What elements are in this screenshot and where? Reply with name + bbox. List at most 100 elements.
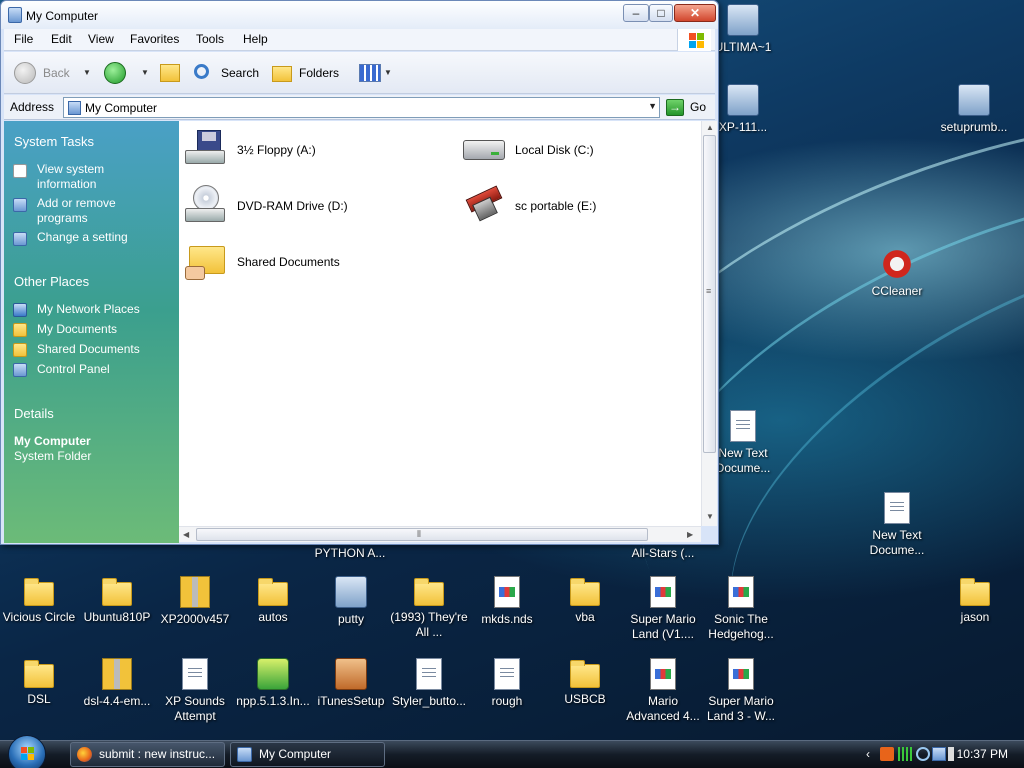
title-bar[interactable]: My Computer – □ ✕ [1,1,718,29]
drive-item-dvd[interactable]: DVD-RAM Drive (D:) [179,180,439,228]
place-my-network-places[interactable]: My Network Places [37,302,140,317]
desktop-icon-usbcb[interactable]: USBCB [546,658,624,707]
chevron-left-icon[interactable]: ‹ [866,747,880,761]
up-folder-button[interactable] [158,61,182,85]
desktop-icon-putty[interactable]: putty [312,576,390,627]
desktop-icon-label: DSL [27,692,51,706]
go-button[interactable]: → Go [666,97,712,118]
back-button[interactable]: Back ▼ [14,61,99,85]
views-button[interactable]: ▼ [359,61,393,85]
task-firefox[interactable]: submit : new instruc... [70,742,225,767]
desktop-icon-label: CCleaner [871,284,923,298]
forward-arrow-icon [104,62,126,84]
vertical-scroll-thumb[interactable]: ≡ [703,135,716,453]
task-change-setting[interactable]: Change a setting [37,230,157,245]
details-name: My Computer [14,434,91,448]
signal-strength-icon[interactable] [898,747,912,761]
search-button[interactable]: Search [192,61,264,85]
drive-item-local-disk[interactable]: Local Disk (C:) [457,124,697,172]
putty-icon [335,576,367,608]
back-label: Back [43,66,70,80]
menu-favorites[interactable]: Favorites [130,32,179,46]
desktop-icon-sonic[interactable]: Sonic The Hedgehog... [702,576,780,642]
scroll-left-icon[interactable]: ◀ [183,530,189,539]
forward-button[interactable]: ▼ [104,61,150,85]
desktop-icon-vba[interactable]: vba [546,576,624,625]
search-label: Search [221,66,260,80]
computer-icon [237,747,252,762]
task-my-computer[interactable]: My Computer [230,742,385,767]
desktop-icon-rough[interactable]: rough [468,658,546,709]
desktop-icon-itunessetup[interactable]: iTunesSetup [312,658,390,709]
place-my-documents[interactable]: My Documents [37,322,117,337]
close-button[interactable]: ✕ [674,4,716,22]
taskbar: submit : new instruc... My Computer ‹ 10… [0,735,1024,768]
scroll-up-icon[interactable]: ▲ [706,123,714,132]
desktop-icon-vicious-circle[interactable]: Vicious Circle [0,576,78,625]
text-document-icon [730,410,756,442]
desktop-icon-dsl[interactable]: DSL [0,658,78,707]
desktop-icon-label: autos [258,610,288,624]
desktop-icon-super-mario-land[interactable]: Super Mario Land (V1.... [624,576,702,642]
desktop-icon-mkds[interactable]: mkds.nds [468,576,546,627]
vertical-scrollbar[interactable]: ▲ ≡ ▼ [701,121,717,526]
desktop-icon-styler[interactable]: Styler_butto... [390,658,468,709]
scroll-down-icon[interactable]: ▼ [706,512,714,521]
menu-file[interactable]: File [14,32,33,46]
other-places-heading[interactable]: Other Places [14,274,89,289]
horizontal-scroll-thumb[interactable]: ⦀ [196,528,648,541]
menu-edit[interactable]: Edit [51,32,72,46]
desktop-icon-setuprumb[interactable]: setuprumb... [935,84,1013,135]
chevron-down-icon[interactable]: ▼ [648,101,657,111]
address-input[interactable]: My Computer ▼ [63,97,660,118]
desktop-icon-mario-advanced[interactable]: Mario Advanced 4... [624,658,702,724]
desktop-icon-label: Super Mario Land 3 - W... [706,694,776,723]
desktop-icon-new-text-2[interactable]: New Text Docume... [858,492,936,558]
menu-view[interactable]: View [88,32,114,46]
avast-icon[interactable] [880,747,894,761]
desktop-icon-dsl-em[interactable]: dsl-4.4-em... [78,658,156,709]
desktop-icon-npp[interactable]: npp.5.1.3.In... [234,658,312,709]
desktop-icon-super-mario-land-3[interactable]: Super Mario Land 3 - W... [702,658,780,724]
add-remove-programs-icon [13,198,27,212]
maximize-button[interactable]: □ [649,4,673,22]
details-heading[interactable]: Details [14,406,54,421]
desktop-icon-autos[interactable]: autos [234,576,312,625]
desktop-icon-1993[interactable]: (1993) They're All ... [390,576,468,640]
control-panel-icon [13,232,27,246]
system-tasks-heading[interactable]: System Tasks [14,134,94,149]
place-control-panel[interactable]: Control Panel [37,362,110,377]
task-view-system-info[interactable]: View system information [37,162,147,192]
drive-item-portable[interactable]: sc portable (E:) [457,180,697,228]
desktop-icon-xp-sounds[interactable]: XP Sounds Attempt [156,658,234,724]
desktop-icon-label: Sonic The Hedgehog... [708,612,774,641]
desktop-icon-allstars[interactable]: All-Stars (... [624,546,702,561]
rom-file-icon [728,658,754,690]
my-documents-icon [13,323,27,337]
go-label: Go [690,100,707,114]
styler-file-icon [416,658,442,690]
folders-button[interactable]: Folders [272,61,348,85]
dvd-drive-icon [183,184,227,224]
search-icon[interactable] [916,747,930,761]
start-button[interactable] [8,735,46,768]
menu-tools[interactable]: Tools [196,32,224,46]
network-icon[interactable] [932,747,946,761]
drive-item-shared-documents[interactable]: Shared Documents [179,236,439,284]
minimize-button[interactable]: – [623,4,649,22]
task-add-remove-programs[interactable]: Add or remove programs [37,196,147,226]
desktop-icon-ubuntu810p[interactable]: Ubuntu810P [78,576,156,625]
desktop-icon-ccleaner[interactable]: CCleaner [858,248,936,299]
desktop-icon-python[interactable]: PYTHON A... [311,546,389,561]
menu-help[interactable]: Help [243,32,268,46]
scroll-right-icon[interactable]: ▶ [687,530,693,539]
clock[interactable]: 10:37 PM [957,747,1008,761]
horizontal-scrollbar[interactable]: ◀ ⦀ ▶ [179,526,701,542]
desktop-icon-jason[interactable]: jason [936,576,1014,625]
place-shared-documents[interactable]: Shared Documents [37,342,140,357]
desktop-icon-xp2000v457[interactable]: XP2000v457 [156,576,234,627]
computer-icon [68,101,81,115]
hard-disk-icon [461,128,505,168]
drive-item-floppy[interactable]: 3½ Floppy (A:) [179,124,439,172]
desktop-icon-label: All-Stars (... [631,546,695,560]
